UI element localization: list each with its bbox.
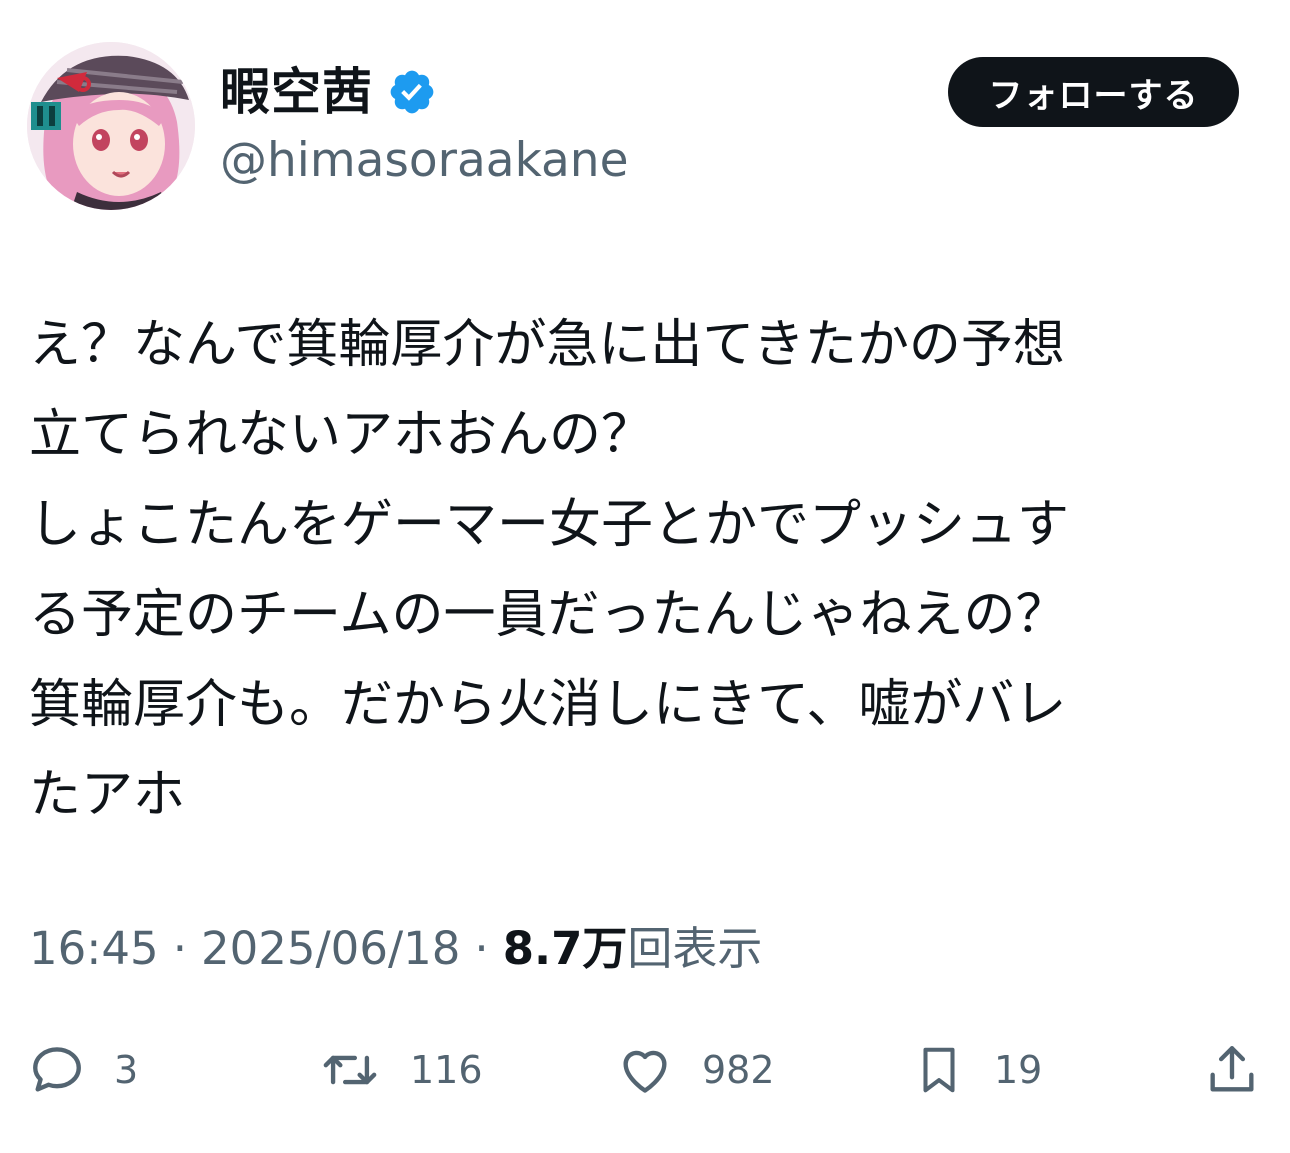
display-name[interactable]: 暇空茜 xyxy=(220,62,373,122)
tweet-text-line: たアホ xyxy=(29,765,186,825)
action-bar: 3 116 982 19 xyxy=(0,1030,1290,1110)
follow-button[interactable]: フォローする xyxy=(948,57,1239,127)
tweet-text-line: 立てられないアホおんの？ xyxy=(29,405,654,465)
tweet-text-line: しょこたんをゲーマー女子とかでプッシュす xyxy=(29,495,1070,555)
bookmark-button[interactable]: 19 xyxy=(912,1030,1042,1110)
reply-button[interactable]: 3 xyxy=(28,1030,138,1110)
tweet-text-line: る予定のチームの一員だったんじゃねえの？ xyxy=(29,585,1068,645)
share-button[interactable] xyxy=(1203,1030,1261,1110)
heart-icon xyxy=(623,1050,667,1093)
author-handle[interactable]: @himasoraakane xyxy=(220,132,629,190)
avatar-image xyxy=(27,42,195,210)
tweet-text-line: え？なんで箕輪厚介が急に出てきたかの予想 xyxy=(29,315,1065,375)
tweet-meta: 16:45 · 2025/06/18 · 8.7万 回表示 xyxy=(29,918,762,980)
reply-count: 3 xyxy=(114,1048,139,1092)
tweet-time[interactable]: 16:45 xyxy=(29,918,159,980)
tweet-date[interactable]: 2025/06/18 xyxy=(201,918,460,980)
verified-badge-icon[interactable] xyxy=(387,67,437,117)
separator-dot: · xyxy=(172,922,187,975)
retweet-button[interactable]: 116 xyxy=(318,1030,483,1110)
share-icon xyxy=(1210,1046,1254,1092)
bookmark-icon xyxy=(923,1047,955,1093)
separator-dot: · xyxy=(474,922,489,975)
like-count: 982 xyxy=(702,1048,775,1092)
tweet-text-line: 箕輪厚介も。だから火消しにきて、嘘がバレ xyxy=(29,675,1067,735)
author-name-row: 暇空茜 xyxy=(220,62,437,122)
reply-icon xyxy=(33,1047,81,1092)
bookmark-count: 19 xyxy=(994,1048,1043,1092)
like-button[interactable]: 982 xyxy=(616,1030,775,1110)
views-label: 回表示 xyxy=(627,922,763,975)
views-count[interactable]: 8.7万 xyxy=(503,918,628,980)
avatar[interactable] xyxy=(27,42,195,210)
tweet-text: え？なんで箕輪厚介が急に出てきたかの予想 立てられないアホおんの？ しょこたんを… xyxy=(29,300,1229,840)
retweet-icon xyxy=(323,1055,377,1085)
tweet-detail: 暇空茜 @himasoraakane フォローする え？なんで箕輪厚介が急に出て… xyxy=(0,0,1290,1153)
retweet-count: 116 xyxy=(410,1048,483,1092)
